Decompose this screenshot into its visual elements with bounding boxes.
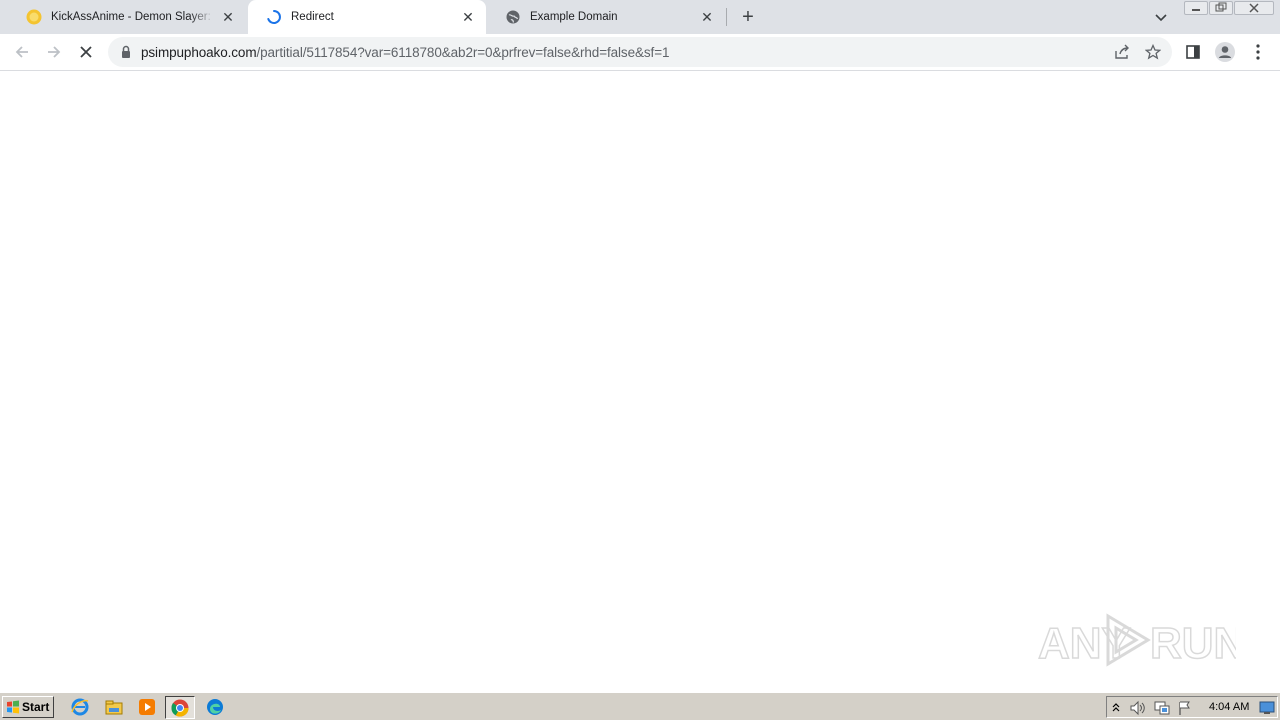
tab-separator (726, 8, 727, 26)
media-player-icon[interactable] (137, 697, 157, 717)
profile-avatar-button[interactable] (1211, 38, 1239, 66)
close-tab-icon[interactable]: ✕ (460, 9, 476, 25)
back-button[interactable] (8, 38, 36, 66)
tab-title: KickAssAnime - Demon Slayer: Kimetsu no … (51, 11, 214, 23)
start-label: Start (22, 700, 50, 714)
bookmark-star-icon[interactable] (1144, 43, 1162, 60)
taskbar-clock[interactable]: 4:04 AM (1209, 701, 1249, 713)
tab-title: Redirect (291, 11, 334, 23)
minimize-window-button[interactable] (1184, 1, 1208, 15)
restore-window-button[interactable] (1209, 1, 1233, 15)
windows-taskbar: Start 4:04 AM (0, 692, 1280, 720)
close-tab-icon[interactable]: ✕ (699, 9, 715, 25)
show-desktop-icon[interactable] (1259, 700, 1275, 715)
anyrun-watermark: ANY RUN (1036, 610, 1246, 670)
browser-toolbar: psimpuphoako.com/partitial/5117854?var=6… (0, 34, 1280, 71)
action-center-flag-icon[interactable] (1177, 700, 1193, 716)
lock-icon[interactable] (120, 45, 132, 59)
globe-icon (505, 9, 521, 25)
windows-flag-icon (7, 700, 19, 714)
close-tab-icon[interactable]: ✕ (220, 9, 236, 25)
url-path: /partitial/5117854?var=6118780&ab2r=0&pr… (256, 45, 670, 60)
network-icon[interactable] (1153, 700, 1171, 716)
address-bar[interactable]: psimpuphoako.com/partitial/5117854?var=6… (108, 37, 1172, 67)
stop-loading-button[interactable] (72, 38, 100, 66)
tab-title: Example Domain (530, 11, 618, 23)
tab-kickassanime[interactable]: KickAssAnime - Demon Slayer: Kimetsu no … (8, 0, 246, 34)
tab-strip: KickAssAnime - Demon Slayer: Kimetsu no … (0, 0, 1280, 34)
show-hidden-icons-icon[interactable] (1111, 700, 1121, 714)
url-host: psimpuphoako.com (141, 45, 257, 60)
kickassanime-favicon (26, 9, 42, 25)
loading-spinner-icon (266, 9, 282, 25)
tab-redirect[interactable]: Redirect ✕ (248, 0, 486, 34)
watermark-text-right: RUN (1150, 619, 1236, 668)
tab-example-domain[interactable]: Example Domain ✕ (487, 0, 725, 34)
url-text[interactable]: psimpuphoako.com/partitial/5117854?var=6… (141, 45, 669, 60)
chrome-taskbar-icon[interactable] (165, 696, 195, 719)
new-tab-button[interactable]: + (737, 7, 759, 27)
start-button[interactable]: Start (2, 696, 54, 718)
share-icon[interactable] (1113, 44, 1131, 60)
volume-icon[interactable] (1129, 700, 1147, 716)
system-tray: 4:04 AM (1106, 696, 1278, 718)
tab-search-chevron-icon[interactable] (1152, 8, 1170, 26)
side-panel-button[interactable] (1179, 38, 1207, 66)
internet-explorer-icon[interactable] (70, 697, 90, 717)
file-explorer-icon[interactable] (104, 697, 124, 717)
browser-menu-button[interactable] (1244, 38, 1272, 66)
page-viewport[interactable] (0, 72, 1280, 692)
close-window-button[interactable] (1234, 1, 1274, 15)
forward-button[interactable] (40, 38, 68, 66)
edge-icon[interactable] (205, 697, 225, 717)
